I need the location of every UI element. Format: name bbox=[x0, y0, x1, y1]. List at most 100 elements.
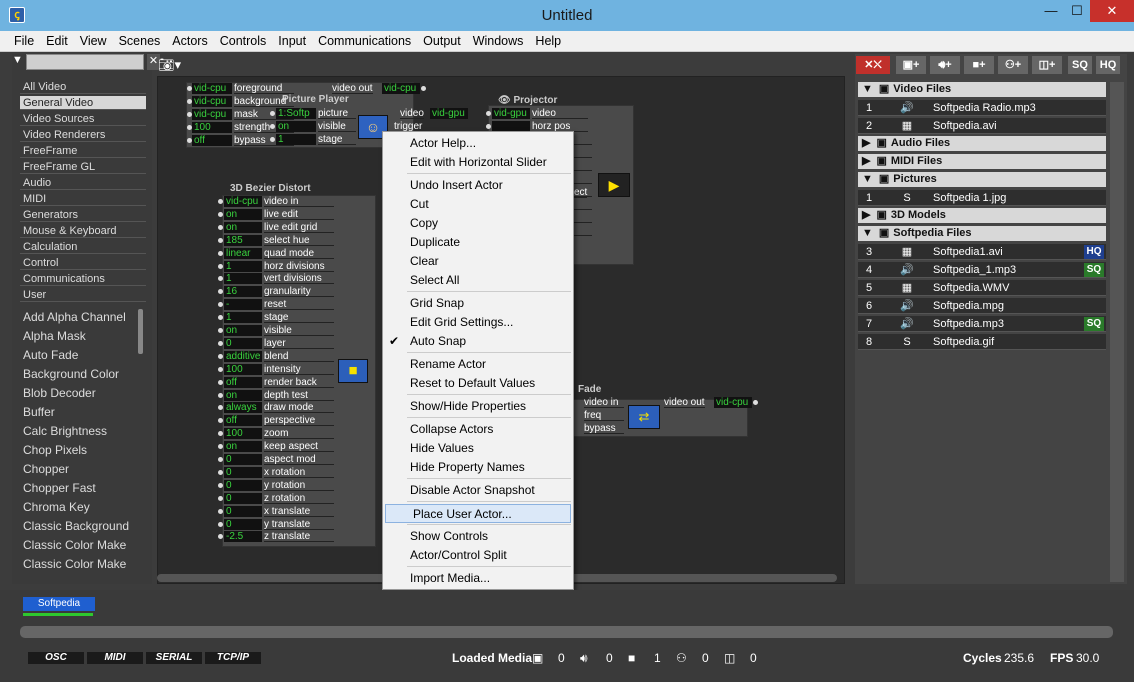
property-value[interactable]: vid-gpu bbox=[492, 108, 530, 119]
actor-list-item[interactable]: Chroma Key bbox=[23, 500, 145, 514]
category-item[interactable]: Generators bbox=[20, 208, 146, 222]
menu-item-show-controls[interactable]: Show Controls bbox=[383, 527, 573, 546]
property-value[interactable]: 1 bbox=[224, 273, 262, 285]
input-port[interactable] bbox=[218, 340, 223, 346]
actor-list-item[interactable]: Background Color bbox=[23, 367, 145, 381]
property-value[interactable]: on bbox=[224, 389, 262, 401]
filter-menu-icon[interactable]: ▼ bbox=[12, 54, 23, 66]
menu-item-clear[interactable]: Clear bbox=[383, 252, 573, 271]
output-value[interactable]: vid-cpu bbox=[382, 83, 420, 94]
actor-list-scrollbar[interactable] bbox=[138, 309, 143, 354]
property-value[interactable]: 1 bbox=[276, 134, 316, 145]
media-file-row[interactable]: 1 🔊 Softpedia Radio.mp3 bbox=[858, 100, 1106, 116]
media-file-row[interactable]: 5 ▦ Softpedia.WMV bbox=[858, 280, 1106, 296]
menu-item-reset-to-default-values[interactable]: Reset to Default Values bbox=[383, 374, 573, 393]
media-group-video-files[interactable]: ▼ ▣ Video Files bbox=[858, 82, 1106, 97]
property-value[interactable]: 1:Softp bbox=[276, 108, 316, 119]
menu-item-select-all[interactable]: Select All bbox=[383, 271, 573, 290]
menu-item-copy[interactable]: Copy bbox=[383, 214, 573, 233]
media-file-row[interactable]: 7 🔊 Softpedia.mp3 SQ bbox=[858, 316, 1106, 332]
property-value[interactable]: on bbox=[224, 208, 262, 220]
collapsed-icon[interactable]: ▶ bbox=[862, 155, 870, 167]
output-port[interactable] bbox=[421, 86, 426, 91]
menu-item-import-media[interactable]: Import Media... bbox=[383, 569, 573, 588]
menu-item-auto-snap[interactable]: ✔ Auto Snap bbox=[383, 332, 573, 351]
menu-item-actor-help[interactable]: Actor Help... bbox=[383, 134, 573, 153]
menu-output[interactable]: Output bbox=[417, 31, 467, 52]
media-group-3d-models[interactable]: ▶ ▣ 3D Models bbox=[858, 208, 1106, 223]
input-port[interactable] bbox=[218, 250, 223, 256]
camera-icon[interactable]: 📷︎▾ bbox=[158, 57, 181, 73]
collapsed-icon[interactable]: ▶ bbox=[862, 209, 870, 221]
property-value[interactable]: 1 bbox=[224, 260, 262, 272]
eye-icon[interactable]: 👁︎ bbox=[498, 95, 513, 106]
property-value[interactable]: off bbox=[224, 415, 262, 427]
actor-list-item[interactable]: Add Alpha Channel bbox=[23, 310, 145, 324]
property-value[interactable]: 100 bbox=[224, 363, 262, 375]
actor-list-item[interactable]: Classic Color Make bbox=[23, 538, 145, 552]
collapsed-icon[interactable]: ▶ bbox=[862, 137, 870, 149]
media-group-midi-files[interactable]: ▶ ▣ MIDI Files bbox=[858, 154, 1106, 169]
input-port[interactable] bbox=[218, 224, 223, 230]
category-item[interactable]: Video Renderers bbox=[20, 128, 146, 142]
menu-item-undo-insert-actor[interactable]: Undo Insert Actor bbox=[383, 176, 573, 195]
property-value[interactable]: vid-cpu bbox=[192, 109, 232, 120]
menu-item-hide-values[interactable]: Hide Values bbox=[383, 439, 573, 458]
input-port[interactable] bbox=[218, 211, 223, 217]
media-group-audio-files[interactable]: ▶ ▣ Audio Files bbox=[858, 136, 1106, 151]
protocol-serial[interactable]: SERIAL bbox=[146, 652, 202, 664]
property-value[interactable]: 0 bbox=[224, 479, 262, 491]
close-button[interactable]: ✕ bbox=[1090, 0, 1134, 22]
input-port[interactable] bbox=[218, 353, 223, 359]
protocol-tcp-ip[interactable]: TCP/IP bbox=[205, 652, 261, 664]
input-port[interactable] bbox=[218, 482, 223, 488]
property-value[interactable]: vid-cpu bbox=[192, 96, 232, 107]
category-item[interactable]: FreeFrame bbox=[20, 144, 146, 158]
input-port[interactable] bbox=[486, 111, 491, 116]
menu-item-hide-property-names[interactable]: Hide Property Names bbox=[383, 458, 573, 477]
menu-file[interactable]: File bbox=[8, 31, 40, 52]
media-group-pictures[interactable]: ▼ ▣ Pictures bbox=[858, 172, 1106, 187]
menu-item-edit-with-horizontal-slider[interactable]: Edit with Horizontal Slider bbox=[383, 153, 573, 172]
output-value[interactable]: vid-gpu bbox=[430, 108, 468, 119]
property-value[interactable]: off bbox=[192, 135, 232, 146]
minimize-button[interactable]: — bbox=[1038, 0, 1064, 22]
output-value[interactable]: vid-cpu bbox=[714, 397, 752, 408]
menu-item-show-hide-properties[interactable]: Show/Hide Properties bbox=[383, 397, 573, 416]
maximize-button[interactable]: ☐ bbox=[1064, 0, 1090, 22]
menu-item-collapse-actors[interactable]: Collapse Actors bbox=[383, 420, 573, 439]
property-value[interactable]: 0 bbox=[224, 466, 262, 478]
add-audio-button[interactable]: 🔊︎+ bbox=[929, 55, 961, 75]
media-group-softpedia-files[interactable]: ▼ ▣ Softpedia Files bbox=[858, 226, 1106, 241]
input-port[interactable] bbox=[218, 457, 223, 462]
expanded-icon[interactable]: ▼ bbox=[862, 83, 873, 95]
input-port[interactable] bbox=[218, 469, 223, 475]
actor-list-item[interactable]: Alpha Mask bbox=[23, 329, 145, 343]
menu-edit[interactable]: Edit bbox=[40, 31, 74, 52]
scene-tab[interactable]: Softpedia bbox=[23, 597, 95, 611]
input-port[interactable] bbox=[218, 199, 223, 204]
input-port[interactable] bbox=[270, 124, 275, 129]
category-item[interactable]: Mouse & Keyboard bbox=[20, 224, 146, 238]
media-file-row[interactable]: 2 ▦ Softpedia.avi bbox=[858, 118, 1106, 134]
category-item[interactable]: FreeFrame GL bbox=[20, 160, 146, 174]
menu-controls[interactable]: Controls bbox=[214, 31, 273, 52]
input-port[interactable] bbox=[218, 366, 223, 372]
menu-help[interactable]: Help bbox=[529, 31, 567, 52]
add-picture-button[interactable]: ■+ bbox=[963, 55, 995, 75]
property-value[interactable]: linear bbox=[224, 247, 262, 259]
menu-view[interactable]: View bbox=[74, 31, 113, 52]
menu-windows[interactable]: Windows bbox=[467, 31, 530, 52]
category-item[interactable]: Communications bbox=[20, 272, 146, 286]
property-value[interactable]: additive bbox=[224, 350, 262, 362]
input-port[interactable] bbox=[270, 111, 275, 116]
property-value[interactable]: vid-cpu bbox=[192, 83, 232, 94]
property-value[interactable]: 0 bbox=[224, 454, 262, 465]
property-value[interactable]: on bbox=[224, 221, 262, 233]
sq-button[interactable]: SQ bbox=[1067, 55, 1093, 75]
menu-input[interactable]: Input bbox=[272, 31, 312, 52]
category-item[interactable]: Video Sources bbox=[20, 112, 146, 126]
property-value[interactable]: vid-cpu bbox=[224, 196, 262, 207]
property-value[interactable]: - bbox=[224, 299, 262, 311]
actor-list-item[interactable]: Chop Pixels bbox=[23, 443, 145, 457]
